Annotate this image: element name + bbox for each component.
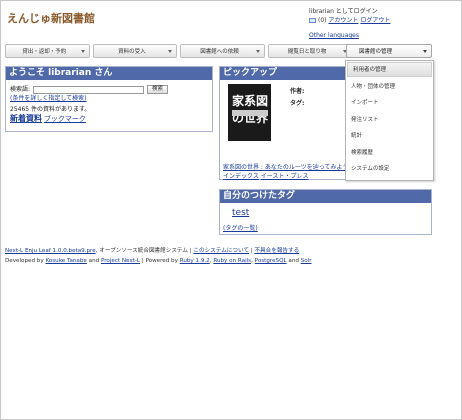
site-title[interactable]: えんじゅ新図書館 [7,10,95,26]
publisher-link[interactable]: インデックス [223,173,259,180]
footer-about-link[interactable]: このシステムについて [193,248,249,254]
admin-menu-button[interactable]: 図書館の管理 [346,44,432,58]
menu-item-statistics[interactable]: 統計 [346,127,433,144]
chevron-down-icon [255,50,260,53]
cover-subtitle-band [232,110,268,116]
footer-postgresql-link[interactable]: PostgreSQL [255,258,287,264]
book-cover[interactable]: 家系図の世界 [228,84,271,141]
chevron-down-icon [168,50,173,53]
login-status: librarian としてログイン [309,8,378,15]
mail-count[interactable]: (0) [318,17,327,24]
author-label: 作者: [290,88,305,95]
publisher-link[interactable]: イースト・プレス [261,173,309,180]
footer-author-link[interactable]: Kosuke Tanabe [45,258,86,264]
search-label: 検索語: [10,86,31,93]
bookmarks-link[interactable]: ブックマーク [44,115,86,123]
footer-rails-link[interactable]: Ruby on Rails [213,258,251,264]
account-link[interactable]: アカウント [328,17,358,24]
search-button[interactable]: 検索 [147,85,169,94]
advanced-search-link[interactable]: (条件を詳しく指定して検索) [10,94,208,103]
new-items-link[interactable]: 新着資料 [10,114,42,123]
menu-item-import[interactable]: インポート [346,94,433,111]
chevron-down-icon [80,50,85,53]
footer-ruby-link[interactable]: Ruby 1.9.2 [180,258,210,264]
mail-icon[interactable] [309,18,316,23]
footer-report-link[interactable]: 不具合を報告する [254,248,299,254]
admin-dropdown-menu: 利用者の管理 人物・団体の管理 インポート 発注リスト 統計 検索履歴 システム… [345,60,434,181]
my-tags-panel: 自分のつけたタグ test (タグの一覧) [219,189,432,235]
nav-circulation[interactable]: 貸出・返却・予約 [5,44,90,58]
my-tags-title: 自分のつけたタグ [220,190,431,203]
footer: Next-L Enju Leaf 1.0.0.beta9.pre, オープンソー… [5,248,312,264]
tags-label: タグ: [290,100,305,107]
nav-acquisition[interactable]: 資料の受入 [92,44,178,58]
menu-item-agent-management[interactable]: 人物・団体の管理 [346,78,433,95]
book-title-link[interactable]: 家系図の世界 : あなたのルーツを辿ってみよう [223,162,345,171]
tag-list-link[interactable]: (タグの一覧) [223,223,258,232]
footer-project-link[interactable]: Project Next-L [101,258,140,264]
other-languages-link[interactable]: Other languages [309,32,359,39]
menu-item-search-history[interactable]: 検索履歴 [346,144,433,161]
menu-item-user-management[interactable]: 利用者の管理 [347,62,432,77]
nav-calendar[interactable]: 閲覧日と取り物 [267,44,353,58]
welcome-panel: ようこそ librarian さん 検索語: 検索 (条件を詳しく指定して検索)… [5,66,213,132]
resource-count: 25465 件の資料があります。 [10,106,91,113]
logout-link[interactable]: ログアウト [360,17,390,24]
chevron-down-icon [423,50,427,53]
search-input[interactable] [33,85,145,94]
menu-item-order-list[interactable]: 発注リスト [346,111,433,128]
user-box: librarian としてログイン (0) アカウント ログアウト [309,7,390,25]
cover-title: 家系図の世界 [232,94,269,125]
nav-request[interactable]: 図書館への依頼 [180,44,265,58]
footer-version-link[interactable]: Next-L Enju Leaf 1.0.0.beta9.pre [5,248,96,254]
footer-solr-link[interactable]: Solr [301,258,312,264]
welcome-title: ようこそ librarian さん [6,67,212,80]
menu-item-system-settings[interactable]: システムの設定 [346,160,433,177]
tag-link[interactable]: test [232,208,249,218]
